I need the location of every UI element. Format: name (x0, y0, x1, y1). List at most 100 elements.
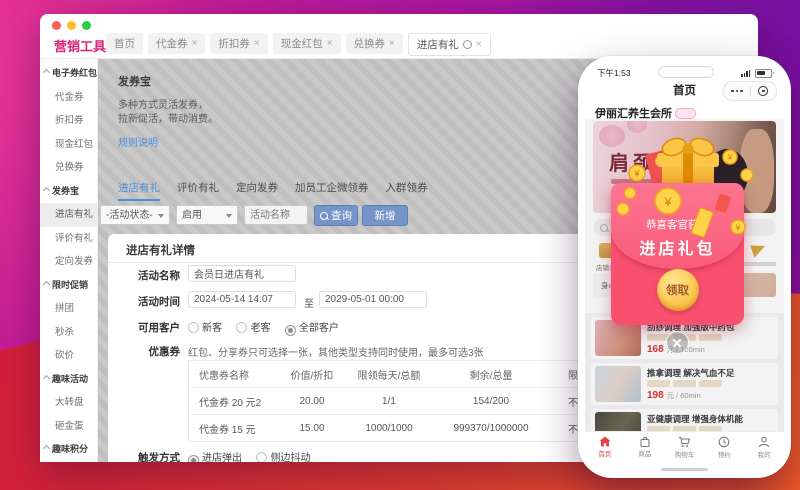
phone-mockup: 下午1:53 首页 伊丽汇养生会所 肩颈疏 (578, 56, 791, 478)
tab-label: 现金红包 (281, 36, 323, 51)
sidebar-group-coupon-tool[interactable]: 发券宝 (40, 180, 97, 204)
sidebar-item-review-gift[interactable]: 评价有礼 (40, 227, 97, 251)
subtab-targeted-coupon[interactable]: 定向发券 (236, 180, 278, 201)
more-icon[interactable] (724, 90, 750, 93)
screenshot-root: 营销工具 首页 代金券× 折扣券× 现金红包× 兑换券× 进店有礼× 电子券红包… (0, 0, 800, 490)
tab-store-gift-active[interactable]: 进店有礼 × (408, 33, 491, 56)
cell: 15.00 (281, 423, 343, 434)
start-time-input[interactable] (188, 291, 296, 308)
banner-line2: 拉新促活，带动消费。 (118, 110, 218, 125)
cell: 1/1 (343, 396, 435, 407)
sidebar-group-flash-sale[interactable]: 限时促销 (40, 274, 97, 298)
tab-cart[interactable]: 购物车 (665, 432, 705, 462)
activity-name-value-input[interactable] (188, 265, 296, 282)
close-window-icon[interactable] (52, 21, 61, 30)
tab-booking[interactable]: 预约 (704, 432, 744, 462)
enable-select[interactable]: 启用 (176, 205, 238, 225)
sidebar-item-cash-redpacket[interactable]: 现金红包 (40, 133, 97, 157)
subtab-review-gift[interactable]: 评价有礼 (177, 180, 219, 201)
radio-old-customer[interactable] (236, 322, 247, 333)
tab-label: 预约 (718, 449, 731, 459)
sidebar-item-store-gift[interactable]: 进店有礼 (40, 203, 97, 227)
home-icon (599, 436, 611, 447)
cell: 1000/1000 (343, 423, 435, 434)
tab-profile[interactable]: 我的 (744, 432, 784, 462)
cell: 154/200 (435, 396, 547, 407)
table-row[interactable]: 代金券 20 元2 20.00 1/1 154/200 不限店铺 (189, 387, 629, 414)
sidebar-item-golden-egg[interactable]: 砸金蛋 (40, 415, 97, 439)
minimize-window-icon[interactable] (67, 21, 76, 30)
close-icon[interactable]: × (192, 38, 198, 49)
banner-line1: 多种方式灵活发券， (118, 96, 208, 111)
coupon-note: 红包、分享券只可选择一张，其他类型支持同时使用，最多可选3张 (188, 344, 484, 359)
radio-side-shake[interactable] (256, 452, 267, 462)
panel-title: 进店有礼详情 (126, 242, 195, 258)
radio-new-customer[interactable] (188, 322, 199, 333)
cart-icon (678, 436, 691, 448)
col-header: 价值/折扣 (281, 367, 343, 382)
close-icon[interactable]: × (254, 38, 260, 49)
activity-name-input[interactable] (244, 205, 308, 225)
customer-label: 可用客户 (116, 320, 180, 335)
enable-select-value: 启用 (182, 210, 202, 221)
sidebar-group-fun-activity[interactable]: 趣味活动 (40, 368, 97, 392)
radio-all-customers-selected[interactable] (285, 325, 296, 336)
chevron-up-icon (43, 186, 50, 193)
tab-label: 进店有礼 (417, 37, 459, 52)
tab-home[interactable]: 首页 (585, 432, 625, 462)
sidebar-item-seckill[interactable]: 秒杀 (40, 321, 97, 345)
sidebar-group-label: 发券宝 (52, 186, 79, 196)
table-row[interactable]: 代金券 15 元 15.00 1000/1000 999370/1000000 … (189, 414, 629, 441)
sidebar: 电子券红包 代金券 折扣券 现金红包 兑换券 发券宝 进店有礼 评价有礼 定向发… (40, 59, 98, 462)
search-button[interactable]: 查询 (314, 205, 358, 226)
exit-target-icon[interactable] (751, 86, 777, 96)
sidebar-item-group-buy[interactable]: 拼团 (40, 297, 97, 321)
tab-label: 我的 (758, 449, 771, 459)
subtab-store-gift[interactable]: 进店有礼 (118, 180, 160, 201)
sidebar-item-voucher[interactable]: 代金券 (40, 86, 97, 110)
modal-close-button[interactable] (666, 331, 689, 354)
chevron-down-icon (158, 214, 164, 218)
bag-icon (639, 436, 651, 447)
miniapp-capsule (723, 81, 777, 101)
sidebar-group-label: 电子券红包 (52, 68, 97, 78)
svg-text:¥: ¥ (633, 169, 640, 179)
rules-link[interactable]: 规则说明 (118, 134, 158, 149)
close-icon[interactable]: × (476, 39, 482, 50)
tab-exchange[interactable]: 兑换券× (346, 33, 403, 54)
sidebar-item-bargain[interactable]: 砍价 (40, 344, 97, 368)
radio-popup-on-enter-selected[interactable] (188, 455, 199, 462)
sidebar-item-lucky-wheel[interactable]: 大转盘 (40, 391, 97, 415)
sidebar-item-exchange[interactable]: 兑换券 (40, 156, 97, 180)
tab-discount[interactable]: 折扣券× (210, 33, 267, 54)
radio-label: 老客 (250, 323, 270, 334)
customer-radio-group: 新客 老客 全部客户 (188, 318, 349, 336)
sidebar-group-ecoupon[interactable]: 电子券红包 (40, 62, 97, 86)
add-button[interactable]: 新增 (362, 205, 408, 226)
subtab-staff-wecom-coupon[interactable]: 加员工企微领券 (295, 180, 369, 201)
banner-title: 发券宝 (118, 73, 151, 89)
tab-label: 首页 (114, 36, 135, 51)
close-icon[interactable]: × (389, 38, 395, 49)
modal-congrats-text: 恭喜客官获得 (611, 217, 744, 232)
subtab-join-group-coupon[interactable]: 入群领券 (386, 180, 428, 201)
maximize-window-icon[interactable] (82, 21, 91, 30)
tab-label: 商品 (638, 448, 651, 458)
end-time-input[interactable] (319, 291, 427, 308)
coupon-table: 优惠券名称 价值/折扣 限领每天/总额 剩余/总量 限制店铺 代金券 20 元2… (188, 360, 630, 442)
claim-button[interactable]: 领取 (657, 269, 699, 311)
tab-voucher[interactable]: 代金券× (148, 33, 205, 54)
sidebar-item-targeted-coupon[interactable]: 定向发券 (40, 250, 97, 274)
tab-home[interactable]: 首页 (106, 33, 143, 54)
sidebar-item-discount[interactable]: 折扣券 (40, 109, 97, 133)
status-select[interactable]: -活动状态- (100, 205, 170, 225)
sidebar-group-label: 趣味积分 (52, 444, 88, 454)
sidebar-group-fun-points[interactable]: 趣味积分 (40, 438, 97, 462)
time-separator: 至 (304, 295, 314, 310)
tab-cash-redpacket[interactable]: 现金红包 × (273, 33, 341, 54)
window-header: 营销工具 首页 代金券× 折扣券× 现金红包× 兑换券× 进店有礼× (40, 14, 758, 59)
close-icon[interactable]: × (327, 38, 333, 49)
modal-gift-title: 进店礼包 (611, 235, 744, 259)
tab-products[interactable]: 商品 (625, 432, 665, 462)
svg-text:¥: ¥ (727, 153, 733, 162)
